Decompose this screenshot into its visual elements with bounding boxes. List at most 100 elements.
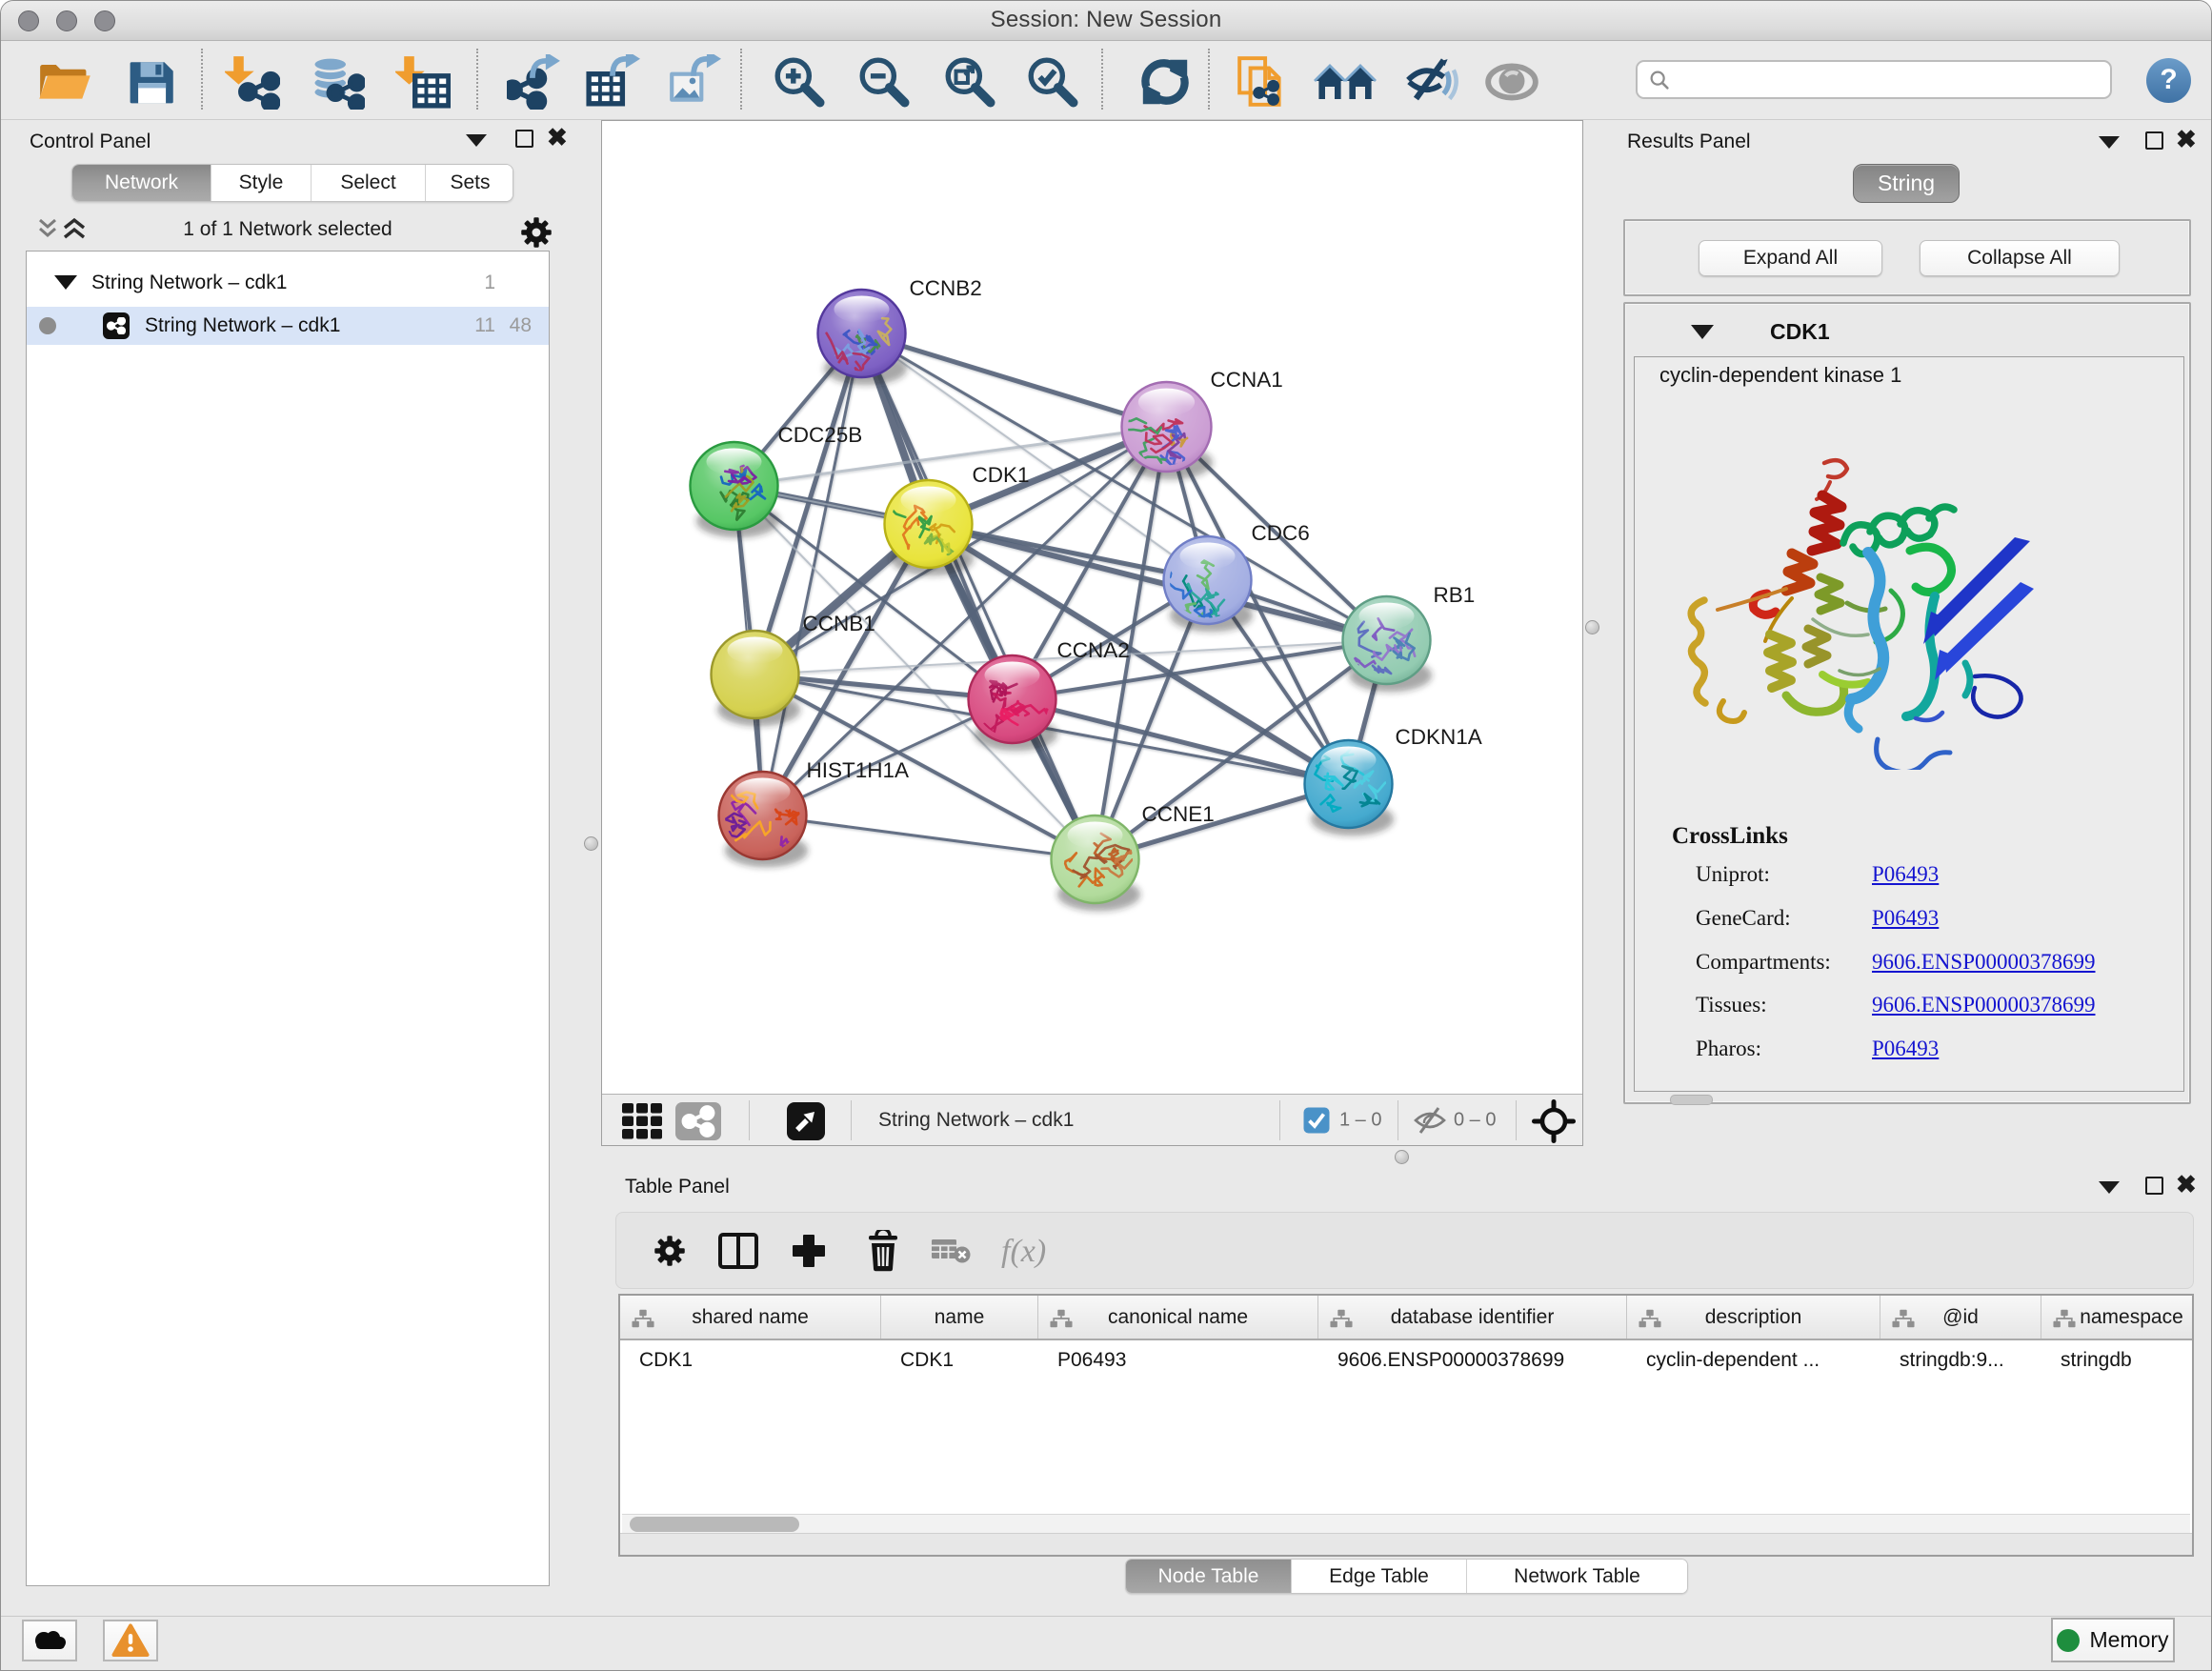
crosslink-link[interactable]: 9606.ENSP00000378699 <box>1872 950 2096 975</box>
cloud-status-button[interactable] <box>22 1620 77 1661</box>
network-tree-row[interactable]: String Network – cdk11148 <box>27 307 549 345</box>
column-header-description[interactable]: description <box>1627 1296 1880 1339</box>
network-node-RB1[interactable]: RB1 <box>1343 583 1476 684</box>
save-session-icon[interactable] <box>125 54 180 110</box>
search-input[interactable] <box>1636 60 2112 99</box>
results-panel-menu-icon[interactable] <box>2099 136 2120 149</box>
net-toolbar-separator <box>1516 1100 1517 1140</box>
split-view-icon[interactable] <box>712 1224 765 1278</box>
crosslink-link[interactable]: P06493 <box>1872 862 1939 887</box>
table-cell[interactable]: P06493 <box>1038 1340 1318 1379</box>
tab-sets[interactable]: Sets <box>426 165 513 201</box>
vertical-splitter-handle-right[interactable] <box>1585 620 1599 634</box>
expand-all-button[interactable]: Expand All <box>1699 240 1882 276</box>
add-column-icon[interactable] <box>782 1224 835 1278</box>
results-panel-close-icon[interactable]: ✖ <box>2176 130 2197 149</box>
zoom-out-icon[interactable] <box>856 54 912 110</box>
delete-table-icon[interactable] <box>928 1224 981 1278</box>
table-cell[interactable]: CDK1 <box>881 1340 1038 1379</box>
import-network-file-icon[interactable] <box>225 54 280 110</box>
network-node-CDKN1A[interactable]: CDKN1A <box>1305 725 1482 828</box>
birdseye-view-icon[interactable] <box>620 1101 664 1146</box>
vertical-splitter-handle-left[interactable] <box>584 836 598 851</box>
zoom-fit-icon[interactable] <box>942 54 997 110</box>
table-cell[interactable]: cyclin-dependent ... <box>1627 1340 1880 1379</box>
network-node-HIST1H1A[interactable]: HIST1H1A <box>714 758 909 859</box>
tab-network-table[interactable]: Network Table <box>1467 1560 1687 1593</box>
memory-button[interactable]: Memory <box>2051 1618 2175 1662</box>
tab-style[interactable]: Style <box>211 165 312 201</box>
import-network-database-icon[interactable] <box>310 54 365 110</box>
function-builder-icon[interactable]: f(x) <box>997 1224 1066 1278</box>
selected-nodes-checkbox-icon[interactable] <box>1303 1107 1330 1138</box>
export-network-icon[interactable] <box>507 54 562 110</box>
table-settings-icon[interactable] <box>643 1224 696 1278</box>
network-canvas[interactable]: CCNB2CCNA1CDC25BCDK1CDC6RB1CCNB1CCNA2CDK… <box>602 121 1582 1094</box>
network-edge[interactable] <box>862 333 1167 427</box>
tab-node-table[interactable]: Node Table <box>1126 1560 1292 1593</box>
network-node-CDC6[interactable]: CDC6 <box>1164 521 1310 626</box>
string-home-icon[interactable] <box>1313 54 1377 110</box>
network-edge[interactable] <box>763 815 1096 859</box>
tab-string[interactable]: String <box>1853 164 1960 203</box>
network-edge[interactable] <box>763 333 862 815</box>
table-panel-close-icon[interactable]: ✖ <box>2176 1175 2197 1194</box>
open-session-icon[interactable] <box>36 54 91 110</box>
network-share-icon[interactable] <box>674 1101 722 1146</box>
column-header-name[interactable]: name <box>881 1296 1038 1339</box>
network-node-CDK1[interactable]: CDK1 <box>885 463 1030 568</box>
toolbar-separator <box>1208 49 1210 110</box>
zoom-selected-icon[interactable] <box>1025 54 1080 110</box>
tab-select[interactable]: Select <box>312 165 426 201</box>
refresh-icon[interactable] <box>1137 54 1193 110</box>
table-panel-float-icon[interactable] <box>2145 1177 2163 1195</box>
export-image-icon[interactable] <box>666 54 721 110</box>
control-panel-float-icon[interactable] <box>515 130 533 148</box>
crosslink-link[interactable]: P06493 <box>1872 1037 1939 1061</box>
table-horizontal-scrollbar[interactable] <box>622 1514 2190 1533</box>
network-node-CDC25B[interactable]: CDC25B <box>691 423 863 530</box>
control-panel-close-icon[interactable]: ✖ <box>547 128 568 147</box>
gene-collapse-icon[interactable] <box>1691 325 1714 339</box>
delete-column-icon[interactable] <box>856 1224 910 1278</box>
tab-edge-table[interactable]: Edge Table <box>1292 1560 1467 1593</box>
crosslink-link[interactable]: P06493 <box>1872 906 1939 931</box>
zoom-in-icon[interactable] <box>772 54 827 110</box>
column-header-database-identifier[interactable]: database identifier <box>1318 1296 1627 1339</box>
export-table-icon[interactable] <box>585 54 640 110</box>
column-header--id[interactable]: @id <box>1880 1296 2041 1339</box>
hidden-items-icon[interactable] <box>1412 1105 1448 1140</box>
hide-glasses-icon[interactable] <box>1403 54 1458 110</box>
crosslink-link[interactable]: 9606.ENSP00000378699 <box>1872 993 2096 1017</box>
table-cell[interactable]: 9606.ENSP00000378699 <box>1318 1340 1627 1379</box>
shared-column-icon <box>632 1307 654 1330</box>
results-scrollbar-remnant[interactable] <box>1670 1095 1713 1105</box>
table-panel-menu-icon[interactable] <box>2099 1181 2120 1194</box>
results-panel-float-icon[interactable] <box>2145 131 2163 150</box>
table-row[interactable]: CDK1CDK1P064939606.ENSP00000378699cyclin… <box>620 1340 2192 1379</box>
column-header-namespace[interactable]: namespace <box>2041 1296 2194 1339</box>
help-button[interactable]: ? <box>2146 58 2191 103</box>
scrollbar-thumb[interactable] <box>630 1517 799 1532</box>
warning-status-button[interactable] <box>103 1620 158 1661</box>
column-header-shared-name[interactable]: shared name <box>620 1296 881 1339</box>
memory-status-dot <box>2057 1629 2080 1652</box>
network-tree-row[interactable]: String Network – cdk11 <box>27 262 549 304</box>
tab-network[interactable]: Network <box>72 165 211 201</box>
tree-expander-icon[interactable] <box>54 275 77 290</box>
tree-row-label: String Network – cdk1 <box>91 272 287 294</box>
clone-network-icon[interactable] <box>1235 54 1290 110</box>
table-cell[interactable]: CDK1 <box>620 1340 881 1379</box>
import-table-file-icon[interactable] <box>395 54 451 110</box>
open-in-window-icon[interactable] <box>786 1101 826 1146</box>
column-header-canonical-name[interactable]: canonical name <box>1038 1296 1318 1339</box>
control-panel-menu-icon[interactable] <box>466 134 487 147</box>
show-eye-icon[interactable] <box>1484 54 1539 110</box>
table-cell[interactable]: stringdb <box>2041 1340 2194 1379</box>
center-view-icon[interactable] <box>1532 1099 1576 1148</box>
network-edge[interactable] <box>929 524 1387 640</box>
horizontal-splitter-handle[interactable] <box>1395 1150 1409 1164</box>
table-cell[interactable]: stringdb:9... <box>1880 1340 2041 1379</box>
collapse-all-button[interactable]: Collapse All <box>1920 240 2120 276</box>
network-options-gear-icon[interactable] <box>519 215 553 254</box>
